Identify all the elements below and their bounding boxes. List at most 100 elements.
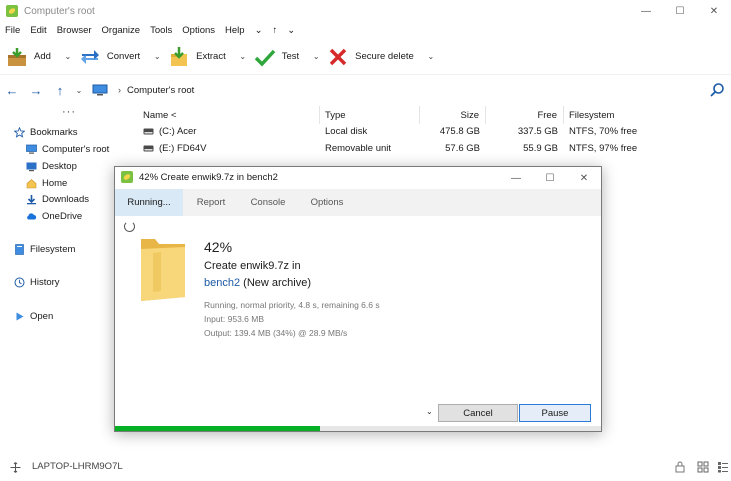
menu-up-arrow[interactable]: ↑ (268, 25, 283, 36)
cloud-icon (27, 212, 37, 219)
view-details-icon[interactable] (717, 461, 729, 473)
tab-report[interactable]: Report (183, 189, 239, 216)
back-button[interactable]: ← (0, 79, 24, 101)
file-size: 475.8 GB (439, 125, 480, 137)
menu-help[interactable]: Help (220, 25, 250, 36)
status-bar: LAPTOP-LHRM9O7L (0, 455, 731, 481)
dialog-close-button[interactable]: ✕ (567, 167, 601, 189)
drive-cell: (E:) FD64V (143, 140, 207, 156)
sidebar-toggle-icon[interactable] (10, 462, 21, 473)
main-toolbar: Add ⌄ Convert ⌄ Extract ⌄ Test ⌄ Secure … (0, 39, 731, 75)
forward-button[interactable]: → (24, 79, 48, 101)
column-header-free[interactable]: Free (486, 106, 564, 124)
peazip-app-icon (121, 171, 133, 183)
hard-drive-icon (143, 128, 154, 134)
column-header-size[interactable]: Size (420, 106, 486, 124)
removable-drive-icon (143, 145, 154, 151)
sidebar-item-onedrive[interactable]: OneDrive (26, 208, 82, 224)
close-button[interactable]: ✕ (697, 0, 731, 22)
test-button[interactable]: Test ⌄ (254, 42, 323, 72)
input-detail: Input: 953.6 MB (204, 314, 265, 324)
window-title: Computer's root (24, 5, 95, 17)
sidebar-item-desktop[interactable]: Desktop (26, 158, 77, 174)
tab-options[interactable]: Options (297, 189, 357, 216)
dialog-title: 42% Create enwik9.7z in bench2 (139, 171, 278, 183)
menu-more-dropdown[interactable]: ⌄ (282, 25, 300, 36)
sidebar-item-open[interactable]: Open (14, 308, 53, 324)
filesystem-icon (15, 243, 24, 255)
minimize-button[interactable]: — (629, 0, 663, 22)
lock-icon[interactable] (675, 461, 685, 473)
sidebar-label-downloads: Downloads (42, 193, 89, 205)
more-options-dropdown[interactable]: ⌄ (426, 407, 433, 416)
red-x-icon (329, 48, 347, 65)
menu-history-dropdown[interactable]: ⌄ (250, 25, 268, 36)
dialog-maximize-button[interactable]: ☐ (533, 167, 567, 189)
breadcrumb-computers-root[interactable]: Computer's root (127, 85, 194, 96)
sidebar-item-home[interactable]: Home (26, 175, 67, 191)
dialog-minimize-button[interactable]: — (499, 167, 533, 189)
secure-delete-dropdown[interactable]: ⌄ (424, 52, 438, 61)
maximize-button[interactable]: ☐ (663, 0, 697, 22)
sidebar-label-computers-root: Computer's root (42, 143, 110, 155)
column-header-name[interactable]: Name < (138, 106, 320, 124)
tab-console[interactable]: Console (239, 189, 297, 216)
sidebar-item-computers-root[interactable]: Computer's root (26, 141, 109, 157)
menu-file[interactable]: File (0, 25, 25, 36)
search-icon[interactable] (709, 82, 725, 98)
tab-running[interactable]: Running... (115, 189, 183, 216)
column-header-filesystem[interactable]: Filesystem (564, 106, 664, 124)
view-grid-icon[interactable] (697, 461, 709, 473)
menu-organize[interactable]: Organize (97, 25, 146, 36)
extract-button[interactable]: Extract ⌄ (168, 42, 250, 72)
secure-delete-button[interactable]: Secure delete ⌄ (327, 42, 438, 72)
sidebar: ··· Bookmarks Computer's root Desktop Ho… (0, 104, 132, 454)
menu-edit[interactable]: Edit (25, 25, 51, 36)
dialog-tabs: Running... Report Console Options (115, 189, 601, 216)
extract-dropdown[interactable]: ⌄ (236, 52, 250, 61)
up-button[interactable]: ↑ (48, 79, 72, 101)
add-button[interactable]: Add ⌄ (6, 42, 75, 72)
dialog-title-bar: 42% Create enwik9.7z in bench2 — ☐ ✕ (115, 167, 601, 187)
menu-options[interactable]: Options (177, 25, 220, 36)
menu-bar: File Edit Browser Organize Tools Options… (0, 22, 300, 39)
sidebar-item-bookmarks[interactable]: Bookmarks (14, 124, 78, 140)
test-dropdown[interactable]: ⌄ (309, 52, 323, 61)
menu-tools[interactable]: Tools (145, 25, 177, 36)
sidebar-item-downloads[interactable]: Downloads (26, 191, 89, 207)
sidebar-item-filesystem[interactable]: Filesystem (14, 241, 75, 257)
sidebar-item-history[interactable]: History (14, 274, 60, 290)
add-label: Add (34, 51, 51, 62)
peazip-app-icon (6, 5, 18, 17)
progress-percent: 42% (204, 239, 233, 255)
table-row[interactable]: (C:) Acer Local disk 475.8 GB 337.5 GB N… (138, 123, 731, 139)
folder-icon (141, 239, 185, 301)
menu-browser[interactable]: Browser (52, 25, 97, 36)
add-dropdown[interactable]: ⌄ (61, 52, 75, 61)
task-description: Create enwik9.7z in (204, 260, 301, 272)
computer-icon (92, 84, 108, 96)
pause-button[interactable]: Pause (519, 404, 591, 422)
archive-note: (New archive) (243, 277, 312, 289)
checkmark-icon (254, 49, 276, 67)
convert-button[interactable]: Convert ⌄ (79, 42, 164, 72)
home-icon (26, 178, 37, 188)
file-type: Removable unit (325, 142, 392, 154)
file-name: (C:) Acer (159, 125, 197, 137)
convert-arrows-icon (80, 49, 99, 64)
table-row[interactable]: (E:) FD64V Removable unit 57.6 GB 55.9 G… (138, 140, 731, 156)
cancel-button[interactable]: Cancel (438, 404, 518, 422)
add-box-icon (8, 47, 26, 66)
test-label: Test (281, 51, 300, 62)
convert-dropdown[interactable]: ⌄ (150, 52, 164, 61)
archive-folder-link[interactable]: bench2 (204, 277, 240, 289)
desktop-icon (26, 162, 37, 171)
address-bar: ← → ↑ ⌄ › Computer's root (0, 79, 731, 101)
sidebar-label-desktop: Desktop (42, 160, 77, 172)
breadcrumb-separator: › (118, 85, 121, 95)
file-free: 337.5 GB (517, 125, 558, 137)
column-header-type[interactable]: Type (320, 106, 420, 124)
address-history-dropdown[interactable]: ⌄ (72, 86, 86, 95)
sidebar-menu-dots[interactable]: ··· (62, 106, 76, 118)
progress-fill (115, 426, 320, 431)
